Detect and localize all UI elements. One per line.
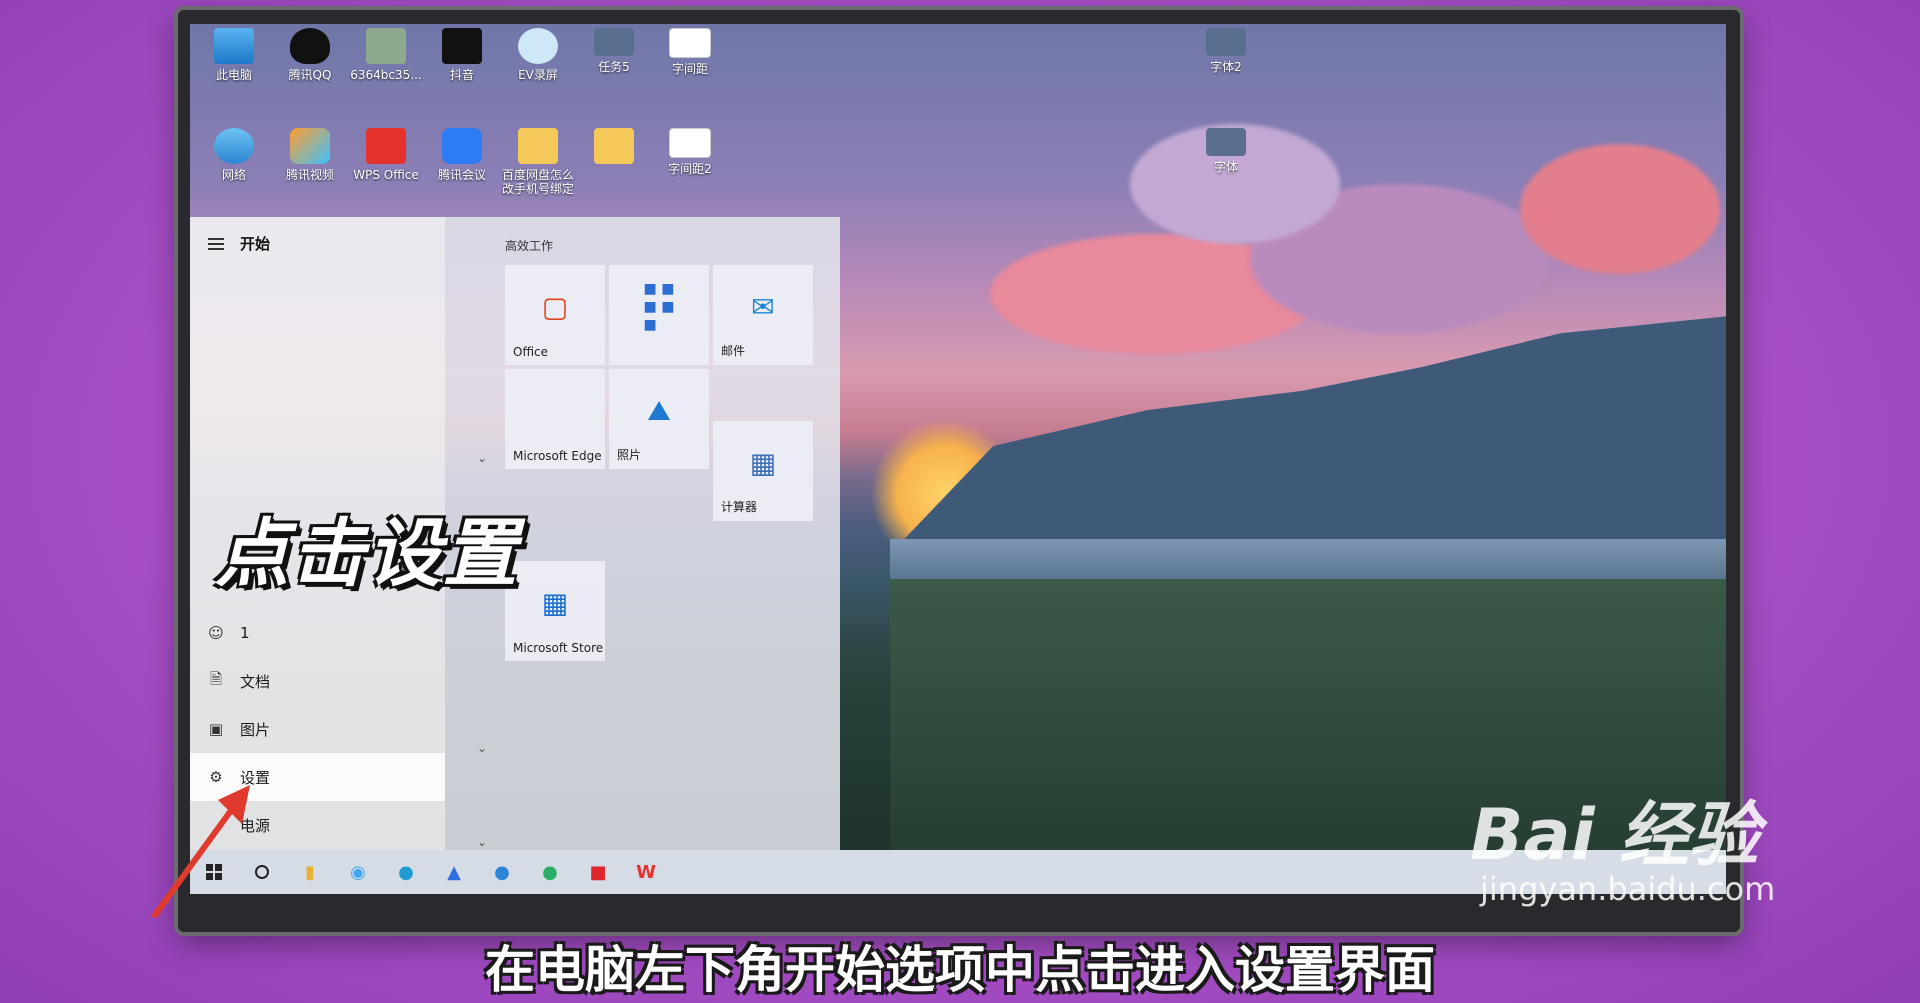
- calculator-icon: ▦: [749, 446, 777, 480]
- overlay-title: 点击设置: [215, 511, 519, 597]
- user-icon: ☺: [208, 624, 224, 642]
- desktop-icon-label: 6364bc35...: [350, 68, 422, 82]
- office-icon: ▢: [541, 290, 569, 324]
- cloud: [1520, 144, 1720, 274]
- feishu-icon[interactable]: ▲: [430, 850, 478, 894]
- folder-icon: [518, 128, 558, 164]
- desktop-icon-tencent-meeting[interactable]: 腾讯会议: [426, 128, 498, 182]
- tencent-meeting-icon: [442, 128, 482, 164]
- tile-label: Office: [513, 345, 549, 359]
- store-icon: ▦: [541, 586, 569, 620]
- edge-icon[interactable]: ●: [382, 850, 430, 894]
- network-icon: [214, 128, 254, 164]
- chevron-down-icon[interactable]: ⌄: [477, 741, 487, 755]
- rail-item-pictures[interactable]: ▣ 图片: [190, 705, 445, 753]
- desktop-icon-label: 任务5: [598, 60, 630, 74]
- desktop-icon-label: 腾讯QQ: [288, 68, 332, 82]
- desktop-icon-tencent-video[interactable]: 腾讯视频: [274, 128, 346, 182]
- rail-item-label: 1: [240, 624, 250, 642]
- baidu-watermark: Bai 经验 jingyan.baidu.com: [1470, 800, 1775, 908]
- tile-group-title: 高效工作: [505, 239, 554, 253]
- desktop-icon-baidu-folder[interactable]: 百度网盘怎么改手机号绑定: [502, 128, 574, 196]
- desktop-icon-wps[interactable]: WPS Office: [350, 128, 422, 182]
- qq-browser-icon[interactable]: ◉: [334, 850, 382, 894]
- rail-item-label: 文档: [240, 672, 271, 691]
- wps-icon[interactable]: W: [622, 850, 670, 894]
- desktop-icon-douyin[interactable]: 抖音: [426, 28, 498, 82]
- desktop-icon-folder[interactable]: [578, 128, 650, 168]
- desktop-icon-image-file[interactable]: 6364bc35...: [350, 28, 422, 82]
- folder-icon: [594, 128, 634, 164]
- hamburger-menu-icon[interactable]: [208, 235, 224, 254]
- document-icon: [669, 128, 711, 158]
- chevron-down-icon[interactable]: ⌄: [477, 451, 487, 465]
- mail-icon: ✉: [751, 290, 775, 324]
- tile-label: Microsoft Store: [513, 641, 604, 655]
- sogou-icon[interactable]: ●: [478, 850, 526, 894]
- rail-item-user[interactable]: ☺ 1: [190, 609, 445, 657]
- subtitle-caption: 在电脑左下角开始选项中点击进入设置界面: [485, 941, 1435, 999]
- lake: [890, 539, 1726, 584]
- desktop-icon-label: 字体: [1213, 160, 1238, 174]
- video-file-icon: [1206, 128, 1246, 156]
- watermark-url: jingyan.baidu.com: [1480, 870, 1776, 908]
- rail-item-label: 图片: [240, 720, 271, 739]
- video-file-icon: [1206, 28, 1246, 56]
- tile-label: 邮件: [721, 344, 746, 358]
- desktop-icon-font2[interactable]: 字体2: [1190, 28, 1262, 74]
- computer-icon: [214, 28, 254, 64]
- desktop-icon-label: 百度网盘怎么改手机号绑定: [502, 168, 575, 196]
- desktop-icon-label: 抖音: [449, 68, 474, 82]
- file-explorer-icon[interactable]: ▮: [286, 850, 334, 894]
- desktop-icon-network[interactable]: 网络: [198, 128, 270, 182]
- ev-recorder-icon: [518, 28, 558, 64]
- document-icon: [669, 28, 711, 58]
- pointer-arrow: [152, 785, 250, 918]
- tile-calculator[interactable]: ▦ 计算器: [713, 421, 813, 521]
- desktop-icon-task5[interactable]: 任务5: [578, 28, 650, 74]
- desktop-icon-label: WPS Office: [353, 168, 419, 182]
- image-file-icon: [366, 28, 406, 64]
- start-menu-title: 开始: [240, 235, 271, 253]
- document-icon: 🗎: [209, 669, 223, 688]
- office-apps-icon: ■ ■ ■ ■ ■: [643, 281, 675, 333]
- desktop-icon-label: EV录屏: [518, 68, 558, 82]
- desktop-icon-ev-recorder[interactable]: EV录屏: [502, 28, 574, 82]
- video-file-icon: [594, 28, 634, 56]
- qq-icon: [290, 28, 330, 64]
- desktop-icon-font[interactable]: 字体: [1190, 128, 1262, 174]
- chevron-down-icon[interactable]: ⌄: [477, 835, 487, 849]
- netease-music-icon[interactable]: ■: [574, 850, 622, 894]
- desktop-icon-label: 字间距: [671, 62, 708, 76]
- desktop-screen: 此电脑 腾讯QQ 6364bc35... 抖音 EV录屏 任务5 字间距 网络 …: [190, 24, 1726, 894]
- desktop-icon-qq[interactable]: 腾讯QQ: [274, 28, 346, 82]
- tile-label: 计算器: [721, 500, 758, 514]
- desktop-icon-label: 网络: [221, 168, 246, 182]
- tile-office-apps[interactable]: ■ ■ ■ ■ ■: [609, 265, 709, 365]
- photos-icon: ⛰: [647, 394, 671, 427]
- desktop-icon-spacing[interactable]: 字间距: [654, 28, 726, 76]
- tile-office[interactable]: ▢ Office: [505, 265, 605, 365]
- rail-item-documents[interactable]: 🗎 文档: [190, 657, 445, 705]
- watermark-logo: Bai 经验: [1470, 794, 1759, 876]
- wechat-icon[interactable]: ●: [526, 850, 574, 894]
- desktop-icon-label: 腾讯视频: [285, 168, 334, 182]
- tile-store[interactable]: ▦ Microsoft Store: [505, 561, 605, 661]
- mountain: [890, 314, 1726, 554]
- desktop-icon-this-pc[interactable]: 此电脑: [198, 28, 270, 82]
- tile-mail[interactable]: ✉ 邮件: [713, 265, 813, 365]
- tile-edge[interactable]: Microsoft Edge: [505, 369, 605, 469]
- douyin-icon: [442, 28, 482, 64]
- desktop-icon-label: 字体2: [1210, 60, 1242, 74]
- tile-photos[interactable]: ⛰ 照片: [609, 369, 709, 469]
- desktop-icon-spacing2[interactable]: 字间距2: [654, 128, 726, 176]
- tencent-video-icon: [290, 128, 330, 164]
- wps-icon: [366, 128, 406, 164]
- desktop-icon-label: 腾讯会议: [437, 168, 486, 182]
- tile-label: Microsoft Edge: [513, 449, 602, 463]
- tile-label: 照片: [617, 448, 642, 462]
- picture-icon: ▣: [208, 720, 224, 738]
- desktop-icon-label: 此电脑: [215, 68, 252, 82]
- desktop-icon-label: 字间距2: [668, 162, 712, 176]
